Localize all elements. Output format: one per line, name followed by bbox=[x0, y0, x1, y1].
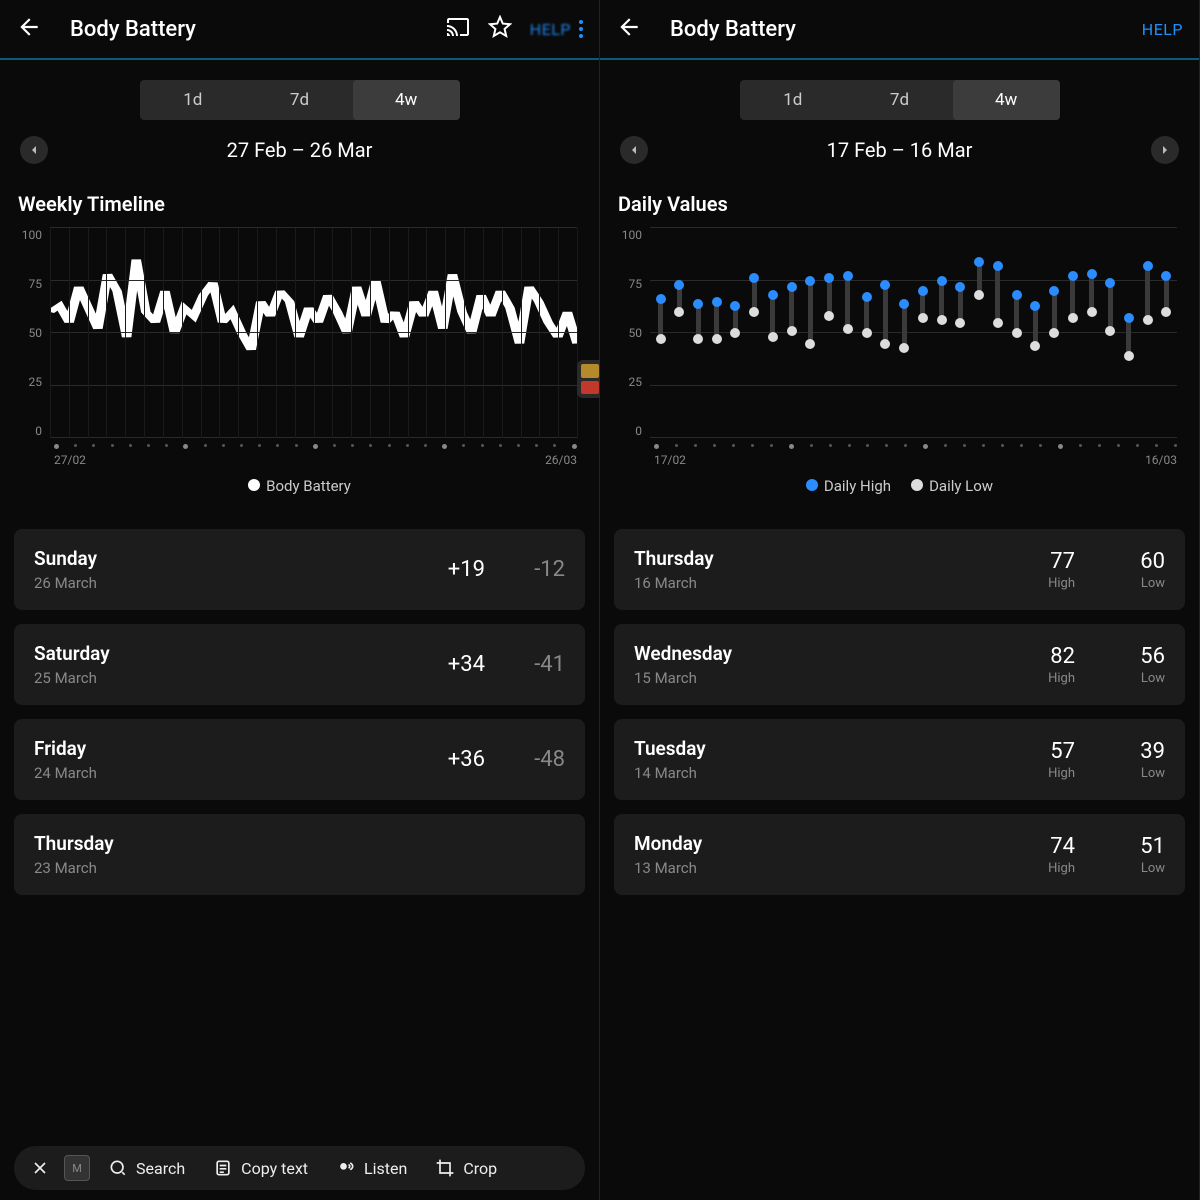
list-item[interactable]: Sunday26 March +19 -12 bbox=[14, 529, 585, 610]
copy-text-button[interactable]: Copy text bbox=[203, 1152, 318, 1184]
lens-search-button[interactable]: Search bbox=[98, 1152, 195, 1184]
crop-button[interactable]: Crop bbox=[425, 1152, 507, 1184]
tab-1d[interactable]: 1d bbox=[140, 80, 247, 120]
x-axis: 27/02 26/03 bbox=[18, 451, 581, 467]
date-navigator: 17 Feb – 16 Mar bbox=[600, 132, 1199, 168]
x-ticks bbox=[18, 438, 581, 451]
list-item[interactable]: Friday24 March +36 -48 bbox=[14, 719, 585, 800]
listen-button[interactable]: Listen bbox=[326, 1152, 417, 1184]
thumbnail[interactable]: M bbox=[64, 1155, 90, 1181]
tab-4w[interactable]: 4w bbox=[353, 80, 460, 120]
tab-7d[interactable]: 7d bbox=[246, 80, 353, 120]
cast-icon[interactable] bbox=[446, 15, 470, 43]
day-list: Thursday16 March 77High 60Low Wednesday1… bbox=[600, 521, 1199, 1200]
plot-area bbox=[50, 228, 577, 438]
screenshot-toolbar: M Search Copy text Listen Crop bbox=[14, 1146, 585, 1190]
back-icon[interactable] bbox=[16, 14, 42, 44]
legend: Body Battery bbox=[18, 467, 581, 513]
plot-area bbox=[650, 228, 1177, 438]
header: Body Battery HELP bbox=[600, 0, 1199, 60]
right-screen: Body Battery HELP 1d 7d 4w 17 Feb – 16 M… bbox=[600, 0, 1200, 1200]
date-range: 17 Feb – 16 Mar bbox=[827, 138, 973, 162]
tab-4w[interactable]: 4w bbox=[953, 80, 1060, 120]
help-link[interactable]: HELP bbox=[530, 20, 571, 39]
list-item[interactable]: Monday13 March 74High 51Low bbox=[614, 814, 1185, 895]
y-axis: 1007550250 bbox=[18, 228, 46, 438]
prev-period-icon[interactable] bbox=[620, 136, 648, 164]
page-title: Body Battery bbox=[70, 17, 446, 42]
tab-7d[interactable]: 7d bbox=[846, 80, 953, 120]
list-item[interactable]: Thursday23 March bbox=[14, 814, 585, 895]
list-item[interactable]: Thursday16 March 77High 60Low bbox=[614, 529, 1185, 610]
close-icon[interactable] bbox=[24, 1152, 56, 1184]
header: Body Battery HELP bbox=[0, 0, 599, 60]
weekly-chart: 1007550250 27/02 26/03 Body Battery bbox=[0, 228, 599, 521]
x-ticks bbox=[618, 438, 1181, 451]
page-title: Body Battery bbox=[670, 17, 1142, 42]
menu-icon[interactable] bbox=[579, 20, 583, 38]
day-list: Sunday26 March +19 -12 Saturday25 March … bbox=[0, 521, 599, 1200]
date-navigator: 27 Feb – 26 Mar bbox=[0, 132, 599, 168]
list-item[interactable]: Tuesday14 March 57High 39Low bbox=[614, 719, 1185, 800]
back-icon[interactable] bbox=[616, 14, 642, 44]
help-link[interactable]: HELP bbox=[1142, 20, 1183, 39]
section-title: Daily Values bbox=[600, 168, 1199, 228]
y-axis: 1007550250 bbox=[618, 228, 646, 438]
prev-period-icon[interactable] bbox=[20, 136, 48, 164]
tab-1d[interactable]: 1d bbox=[740, 80, 847, 120]
next-period-icon[interactable] bbox=[1151, 136, 1179, 164]
star-icon[interactable] bbox=[488, 15, 512, 43]
range-tabs: 1d 7d 4w bbox=[140, 80, 460, 120]
left-screen: Body Battery HELP 1d 7d 4w 27 Feb – 26 M… bbox=[0, 0, 600, 1200]
legend: Daily High Daily Low bbox=[618, 467, 1181, 513]
daily-chart: 1007550250 17/02 16/03 Daily High Daily … bbox=[600, 228, 1199, 521]
range-tabs: 1d 7d 4w bbox=[740, 80, 1060, 120]
list-item[interactable]: Wednesday15 March 82High 56Low bbox=[614, 624, 1185, 705]
section-title: Weekly Timeline bbox=[0, 168, 599, 228]
list-item[interactable]: Saturday25 March +34 -41 bbox=[14, 624, 585, 705]
x-axis: 17/02 16/03 bbox=[618, 451, 1181, 467]
date-range: 27 Feb – 26 Mar bbox=[227, 138, 373, 162]
